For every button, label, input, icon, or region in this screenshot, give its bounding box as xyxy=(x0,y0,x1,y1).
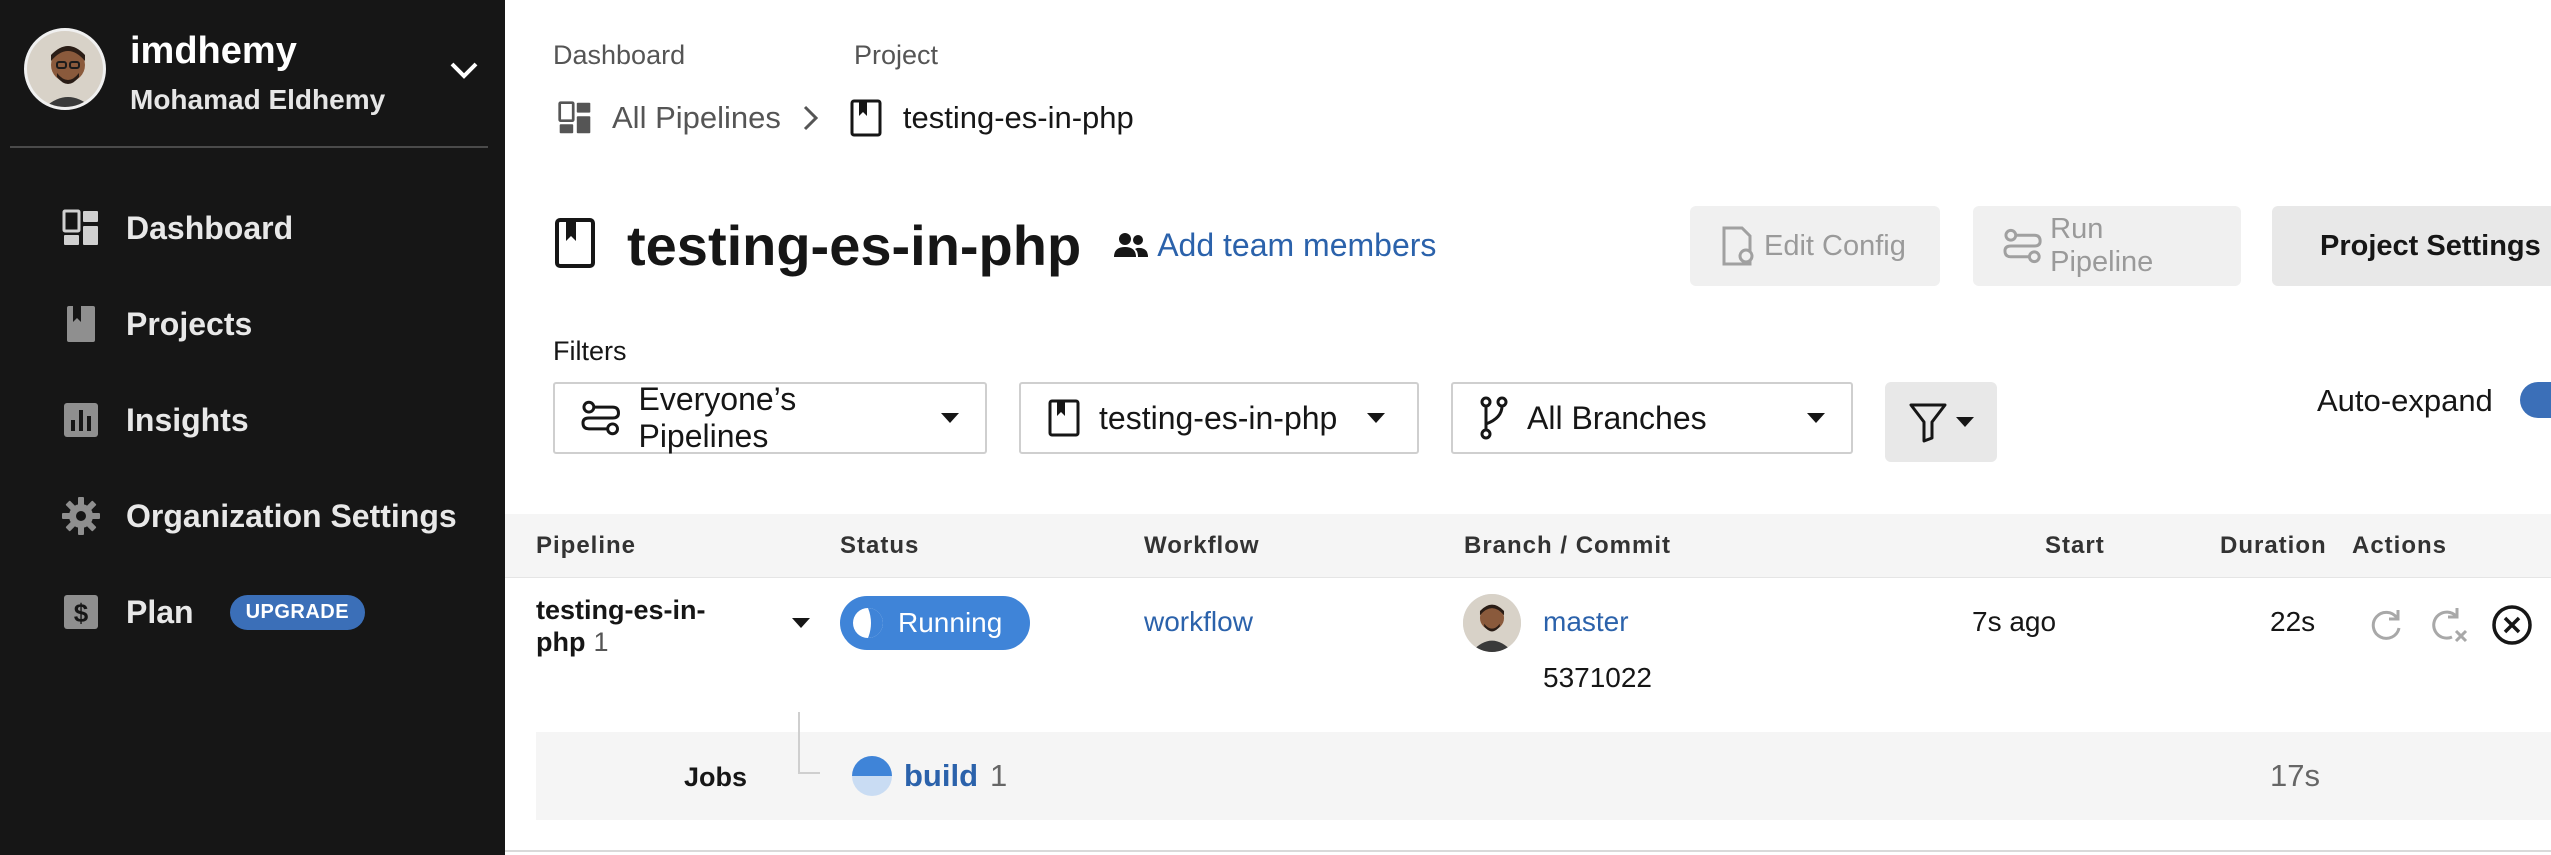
column-header-duration: Duration xyxy=(2220,532,2327,559)
advanced-filter-button[interactable] xyxy=(1885,382,1997,462)
sidebar: imdhemy Mohamad Eldhemy Dashboard Projec… xyxy=(0,0,505,855)
username: imdhemy xyxy=(130,30,297,72)
branch-icon xyxy=(1480,396,1508,440)
column-header-actions: Actions xyxy=(2352,532,2448,559)
sidebar-item-label: Insights xyxy=(126,401,249,438)
sidebar-item-label: Organization Settings xyxy=(126,497,457,534)
pipeline-icon xyxy=(581,400,620,436)
table-row xyxy=(505,578,2551,732)
add-team-members-label: Add team members xyxy=(1157,226,1437,263)
column-header-branch-commit: Branch / Commit xyxy=(1464,532,1672,559)
rerun-icon[interactable] xyxy=(2365,604,2407,646)
project-settings-button[interactable]: Project Settings xyxy=(2272,206,2551,286)
pipeline-icon xyxy=(2003,228,2042,264)
filters-label: Filters xyxy=(553,336,627,366)
caret-down-icon xyxy=(1956,417,1974,427)
sidebar-item-plan[interactable]: $ Plan UPGRADE xyxy=(58,582,366,642)
start-time: 7s ago xyxy=(1972,606,2057,637)
branch-link[interactable]: master xyxy=(1543,606,1629,638)
run-pipeline-button[interactable]: Run Pipeline xyxy=(1973,206,2241,286)
chevron-right-icon xyxy=(801,103,825,133)
cancel-icon[interactable] xyxy=(2491,604,2533,646)
breadcrumb: All Pipelines testing-es-in-php xyxy=(556,96,1134,140)
sidebar-item-organization-settings[interactable]: Organization Settings xyxy=(58,486,457,546)
jobs-label: Jobs xyxy=(684,762,748,792)
branches-filter-select[interactable]: All Branches xyxy=(1451,382,1853,454)
caret-down-icon xyxy=(941,413,959,423)
user-full-name: Mohamad Eldhemy xyxy=(130,84,386,115)
caret-down-icon xyxy=(1367,413,1386,423)
column-header-pipeline: Pipeline xyxy=(536,532,637,559)
sidebar-divider xyxy=(10,146,488,148)
job-running-icon xyxy=(851,755,893,797)
sidebar-item-label: Plan xyxy=(126,593,194,630)
dashboard-icon xyxy=(58,205,104,251)
sidebar-item-insights[interactable]: Insights xyxy=(58,390,249,450)
divider xyxy=(505,850,2551,852)
edit-config-label: Edit Config xyxy=(1764,229,1906,262)
status-badge: Running xyxy=(840,596,1030,650)
people-icon xyxy=(1114,233,1149,257)
gear-icon xyxy=(58,493,104,539)
dashboard-icon xyxy=(556,99,594,137)
rerun-failed-icon[interactable] xyxy=(2428,604,2470,646)
expand-row-caret-icon[interactable] xyxy=(792,618,810,628)
workflow-link[interactable]: workflow xyxy=(1144,606,1253,638)
tree-connector xyxy=(798,712,820,774)
upgrade-badge[interactable]: UPGRADE xyxy=(229,594,366,630)
bookmark-icon xyxy=(58,301,104,347)
column-header-status: Status xyxy=(840,532,920,559)
breadcrumb-all-pipelines[interactable]: All Pipelines xyxy=(612,100,781,136)
column-header-start: Start xyxy=(2045,532,2105,559)
auto-expand-label: Auto-expand xyxy=(2317,383,2493,418)
pipelines-filter-value: Everyone’s Pipelines xyxy=(638,381,797,454)
project-settings-label: Project Settings xyxy=(2320,229,2541,262)
page-title: testing-es-in-php xyxy=(627,213,1082,277)
branches-filter-value: All Branches xyxy=(1527,399,1707,436)
sidebar-item-dashboard[interactable]: Dashboard xyxy=(58,198,293,258)
run-pipeline-label: Run Pipeline xyxy=(2050,213,2154,278)
chevron-down-icon[interactable] xyxy=(444,50,484,90)
breadcrumb-dashboard-label: Dashboard xyxy=(553,40,686,70)
status-text: Running xyxy=(898,607,1003,638)
page-header: testing-es-in-php Add team members xyxy=(553,208,1436,282)
caret-down-icon xyxy=(792,618,810,628)
commit-hash[interactable]: 5371022 xyxy=(1543,662,1652,694)
pipelines-filter-select[interactable]: Everyone’s Pipelines xyxy=(553,381,987,454)
breadcrumb-project-label: Project xyxy=(854,40,939,70)
project-filter-value: testing-es-in-php xyxy=(1099,399,1338,436)
bar-chart-icon xyxy=(58,397,104,443)
bookmark-icon xyxy=(553,217,597,274)
project-filter-select[interactable]: testing-es-in-php xyxy=(1019,382,1419,454)
funnel-icon xyxy=(1909,403,1947,443)
avatar xyxy=(24,28,106,110)
sidebar-item-label: Dashboard xyxy=(126,209,294,246)
user-menu[interactable]: imdhemy Mohamad Eldhemy xyxy=(24,28,484,116)
avatar xyxy=(1463,594,1521,652)
edit-config-button[interactable]: Edit Config xyxy=(1690,206,1940,286)
job-number: 1 xyxy=(990,758,1008,793)
job-link-build[interactable]: build xyxy=(904,758,978,794)
sidebar-item-projects[interactable]: Projects xyxy=(58,294,252,354)
bookmark-icon xyxy=(847,99,885,137)
file-gear-icon xyxy=(1722,226,1754,266)
jobs-row xyxy=(536,732,2551,820)
duration: 22s xyxy=(2270,606,2316,637)
caret-down-icon xyxy=(1807,413,1825,423)
pipeline-number: 1 xyxy=(593,627,609,657)
running-icon xyxy=(853,608,883,638)
bookmark-icon xyxy=(1048,399,1080,437)
job-duration: 17s xyxy=(2270,758,2320,793)
add-team-members-link[interactable]: Add team members xyxy=(1113,227,1436,264)
pipeline-name-text: testing-es-in-php xyxy=(536,595,706,657)
sidebar-item-label: Projects xyxy=(126,305,253,342)
auto-expand-toggle[interactable] xyxy=(2520,382,2551,418)
svg-text:$: $ xyxy=(74,598,89,628)
breadcrumb-project-name[interactable]: testing-es-in-php xyxy=(903,100,1134,136)
dollar-icon: $ xyxy=(58,589,104,635)
column-header-workflow: Workflow xyxy=(1144,532,1260,559)
pipeline-name[interactable]: testing-es-in-php 1 xyxy=(536,594,736,658)
